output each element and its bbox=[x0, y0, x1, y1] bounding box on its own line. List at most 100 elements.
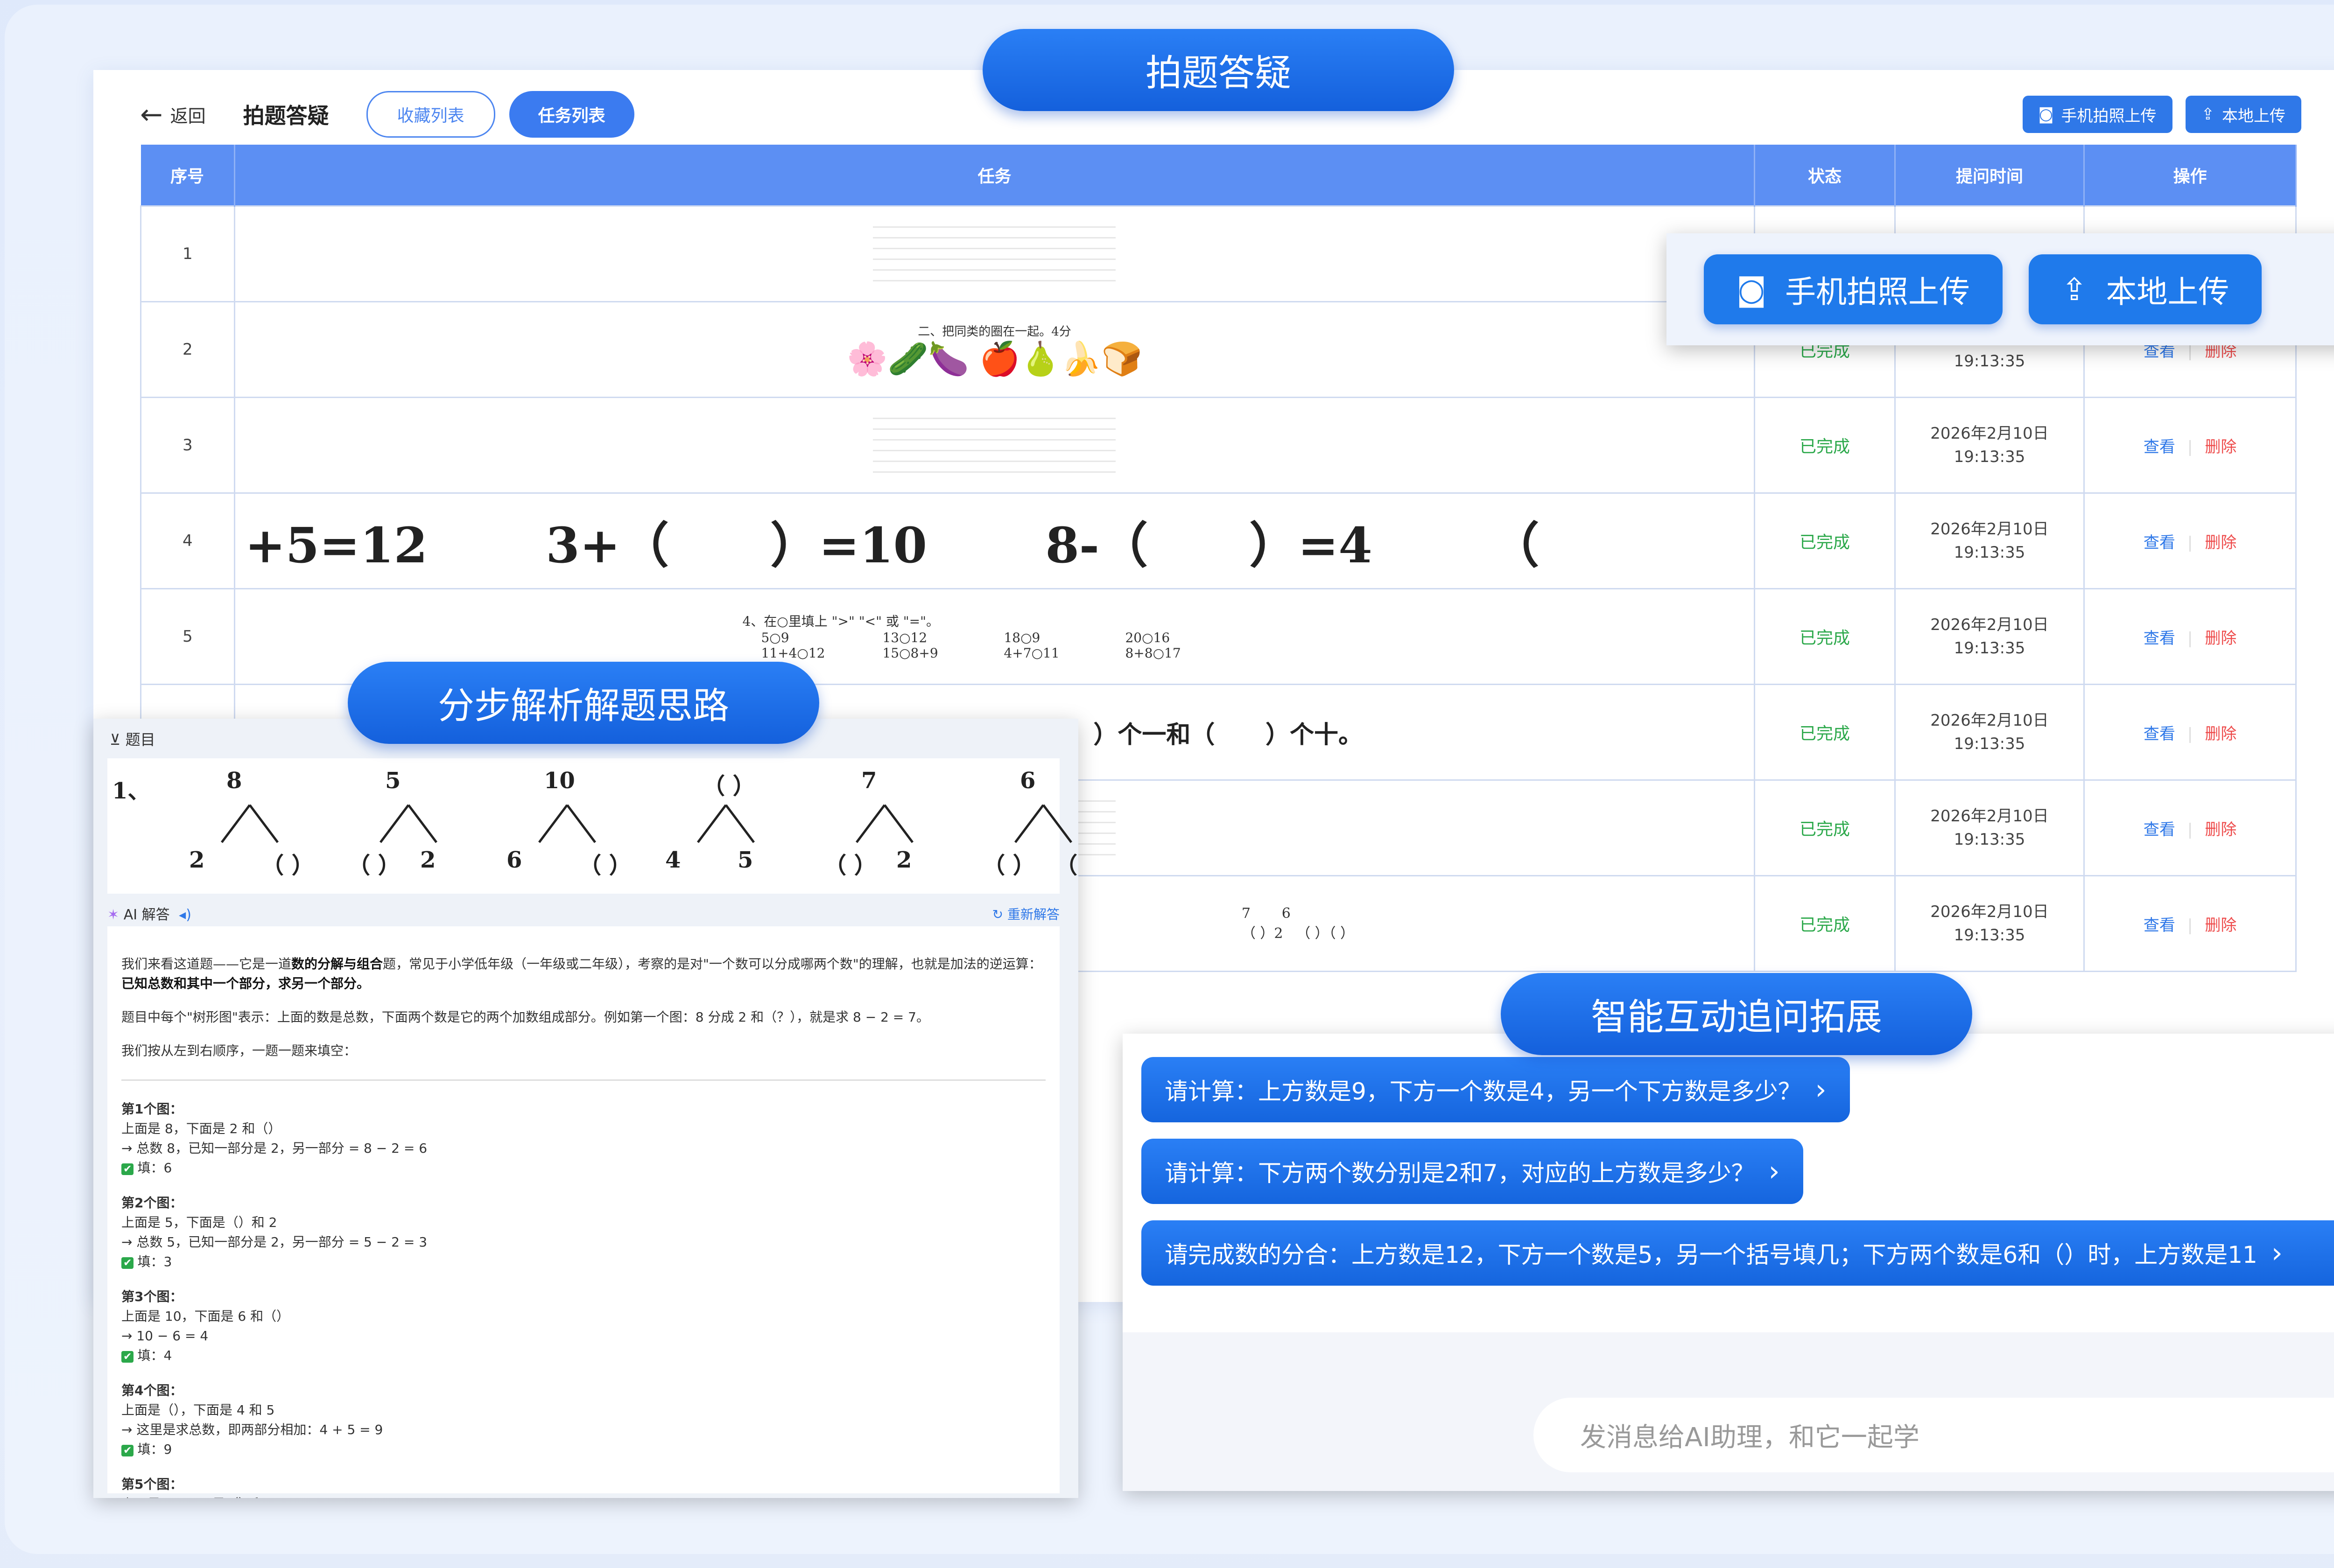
delete-link[interactable]: 删除 bbox=[2205, 438, 2236, 456]
answer-step: 第1个图： 上面是 8，下面是 2 和（） → 总数 8，已知一部分是 2，另一… bbox=[121, 1099, 1046, 1179]
time-text: 19:13:35 bbox=[1954, 639, 2025, 658]
divider: | bbox=[2187, 820, 2193, 839]
delete-link[interactable]: 删除 bbox=[2205, 820, 2236, 839]
local-upload-button-large[interactable]: ⇪ 本地上传 bbox=[2029, 254, 2262, 324]
step-line: → 总数 5，已知一部分是 2，另一部分 = 5 − 2 = 3 bbox=[121, 1234, 428, 1250]
cell-time: 2026年2月10日 19:13:35 bbox=[1894, 684, 2085, 781]
task-text: 二、把同类的圈在一起。4分 bbox=[918, 324, 1071, 339]
step-line: 上面是 8，下面是 2 和（） bbox=[121, 1121, 281, 1136]
chat-input[interactable]: 发消息给AI助理，和它一起学 bbox=[1533, 1398, 2334, 1472]
header-status: 状态 bbox=[1754, 145, 1896, 206]
view-link[interactable]: 查看 bbox=[2144, 820, 2175, 839]
step-fill: ✔ 填：3 bbox=[121, 1252, 1046, 1273]
phone-upload-button[interactable]: ◙ 手机拍照上传 bbox=[2022, 96, 2172, 133]
compare-item: 8+8○17 bbox=[1125, 645, 1181, 661]
status-badge: 已完成 bbox=[1800, 533, 1850, 552]
view-link[interactable]: 查看 bbox=[2144, 629, 2175, 648]
cell-actions: 查看 | 删除 bbox=[2083, 588, 2297, 685]
question-heading: ⊻ 题目 bbox=[110, 728, 155, 749]
tab-tasks[interactable]: 任务列表 bbox=[509, 91, 634, 138]
tree-top: 5 bbox=[385, 768, 401, 794]
cell-task[interactable]: 二、把同类的圈在一起。4分 🌸🥒🍆 🍎🍐🍌🍞 bbox=[233, 301, 1756, 398]
fill-text: 填：9 bbox=[137, 1442, 172, 1457]
back-button[interactable]: ← 返回 bbox=[140, 98, 206, 130]
delete-link[interactable]: 删除 bbox=[2205, 533, 2236, 552]
delete-link[interactable]: 删除 bbox=[2205, 725, 2236, 743]
cell-status: 已完成 bbox=[1754, 397, 1896, 494]
phone-upload-label: 手机拍照上传 bbox=[2061, 106, 2157, 126]
step-fill: ✔ 填：6 bbox=[121, 1158, 1046, 1179]
cell-task[interactable]: +5=12 3+（ ）=10 8-（ ）=4 （ bbox=[233, 492, 1756, 589]
table-row: 3 已完成 2026年2月10日 19:13:35 查看 | 删除 bbox=[140, 397, 2297, 494]
view-link[interactable]: 查看 bbox=[2144, 916, 2175, 935]
cell-status: 已完成 bbox=[1754, 492, 1896, 589]
tree-left: 6 bbox=[506, 847, 522, 873]
fill-text: 填：6 bbox=[137, 1160, 172, 1176]
intro-bold-2: 已知总数和其中一个部分，求另一个部分。 bbox=[121, 976, 370, 991]
number-tree: 7 （ ） 2 bbox=[824, 768, 945, 889]
time-text: 19:13:35 bbox=[1954, 448, 2025, 466]
date-text: 2026年2月10日 bbox=[1930, 711, 2049, 730]
cell-task[interactable] bbox=[233, 397, 1756, 494]
cell-task[interactable] bbox=[233, 205, 1756, 302]
step-analysis-panel: ⊻ 题目 1、 8 2 （ ） 5 （ ） 2 10 6 （ ）（ ） 4 57 （… bbox=[93, 719, 1078, 1498]
tab-favorites[interactable]: 收藏列表 bbox=[366, 91, 495, 138]
local-upload-button[interactable]: ⇪ 本地上传 bbox=[2185, 96, 2301, 133]
camera-icon: ◙ bbox=[1736, 271, 1767, 308]
chevron-right-icon: › bbox=[1768, 1155, 1780, 1188]
suggestion-chip[interactable]: 请完成数的分合：上方数是12，下方一个数是5，另一个括号填几；下方两个数是6和（… bbox=[1141, 1220, 2334, 1286]
divider: | bbox=[2187, 533, 2193, 552]
tree-right: 2 bbox=[420, 847, 436, 873]
number-tree: 8 2 （ ） bbox=[189, 768, 314, 889]
tree-top: 6 bbox=[1281, 905, 1291, 922]
tree-right: （ ） bbox=[1055, 853, 1078, 879]
fruit-image: 🌸🥒🍆 🍎🍐🍌🍞 bbox=[847, 339, 1142, 378]
date-text: 2026年2月10日 bbox=[1930, 616, 2049, 634]
date-text: 2026年2月10日 bbox=[1930, 903, 2049, 921]
ai-answer-heading: ✶ AI 解答 ◂) bbox=[107, 903, 191, 924]
compare-item: 15○8+9 bbox=[882, 645, 938, 661]
view-link[interactable]: 查看 bbox=[2144, 725, 2175, 743]
step-title: 第5个图： bbox=[121, 1477, 183, 1492]
tree-right: 5 bbox=[738, 847, 753, 873]
refresh-icon: ↻ bbox=[992, 907, 1004, 922]
step-line: → 这里是求总数，即两部分相加：4 + 5 = 9 bbox=[121, 1422, 383, 1437]
sparkle-icon: ✶ bbox=[107, 907, 120, 923]
cell-actions: 查看 | 删除 bbox=[2083, 397, 2297, 494]
step-fill: ✔ 填：4 bbox=[121, 1346, 1046, 1367]
step-line: → 总数 8，已知一部分是 2，另一部分 = 8 − 2 = 6 bbox=[121, 1141, 428, 1156]
view-link[interactable]: 查看 bbox=[2144, 533, 2175, 552]
cell-status: 已完成 bbox=[1754, 875, 1896, 972]
file-upload-icon: ⇪ bbox=[2201, 105, 2215, 124]
tree-top: （ ） bbox=[703, 773, 755, 799]
speaker-icon[interactable]: ◂) bbox=[179, 907, 191, 923]
chevron-right-icon: › bbox=[2271, 1237, 2283, 1269]
delete-link[interactable]: 删除 bbox=[2205, 629, 2236, 648]
compare-item: 18○9 bbox=[1004, 630, 1040, 645]
suggestion-chip[interactable]: 请计算：下方两个数分别是2和7，对应的上方数是多少？ › bbox=[1141, 1139, 1803, 1204]
suggestion-text: 请计算：上方数是9，下方一个数是4，另一个下方数是多少？ bbox=[1165, 1078, 1801, 1105]
tree-branch bbox=[856, 804, 914, 843]
cell-time: 2026年2月10日 19:13:35 bbox=[1894, 875, 2085, 972]
compare-item: 4+7○11 bbox=[1004, 645, 1060, 661]
follow-up-chat-panel: 请计算：上方数是9，下方一个数是4，另一个下方数是多少？ › 请计算：下方两个数分… bbox=[1123, 1034, 2334, 1491]
intro-bold: 数的分解与组合 bbox=[291, 956, 383, 972]
delete-link[interactable]: 删除 bbox=[2205, 916, 2236, 935]
answer-step: 第4个图： 上面是（），下面是 4 和 5 → 这里是求总数，即两部分相加：4 … bbox=[121, 1381, 1046, 1461]
step-line: 上面是（），下面是 4 和 5 bbox=[121, 1402, 275, 1418]
step-title: 第3个图： bbox=[121, 1289, 183, 1304]
phone-upload-button-large[interactable]: ◙ 手机拍照上传 bbox=[1704, 254, 2003, 324]
tree-branch bbox=[1014, 804, 1072, 843]
task-thumbnail bbox=[873, 217, 1116, 287]
view-link[interactable]: 查看 bbox=[2144, 438, 2175, 456]
answer-para-2: 题目中每个"树形图"表示：上面的数是总数，下面两个数是它的两个加数组成部分。例如… bbox=[121, 1009, 929, 1025]
task-thumbnail bbox=[873, 408, 1116, 478]
step-line: → 10 − 6 = 4 bbox=[121, 1328, 209, 1344]
cell-actions: 查看 | 删除 bbox=[2083, 684, 2297, 781]
suggestion-chip[interactable]: 请计算：上方数是9，下方一个数是4，另一个下方数是多少？ › bbox=[1141, 1057, 1850, 1122]
compare-item: 13○12 bbox=[882, 630, 928, 645]
regenerate-answer-button[interactable]: ↻ 重新解答 bbox=[992, 904, 1060, 923]
tree-branch bbox=[221, 804, 279, 843]
back-label: 返回 bbox=[170, 105, 206, 126]
cell-actions: 查看 | 删除 bbox=[2083, 779, 2297, 876]
